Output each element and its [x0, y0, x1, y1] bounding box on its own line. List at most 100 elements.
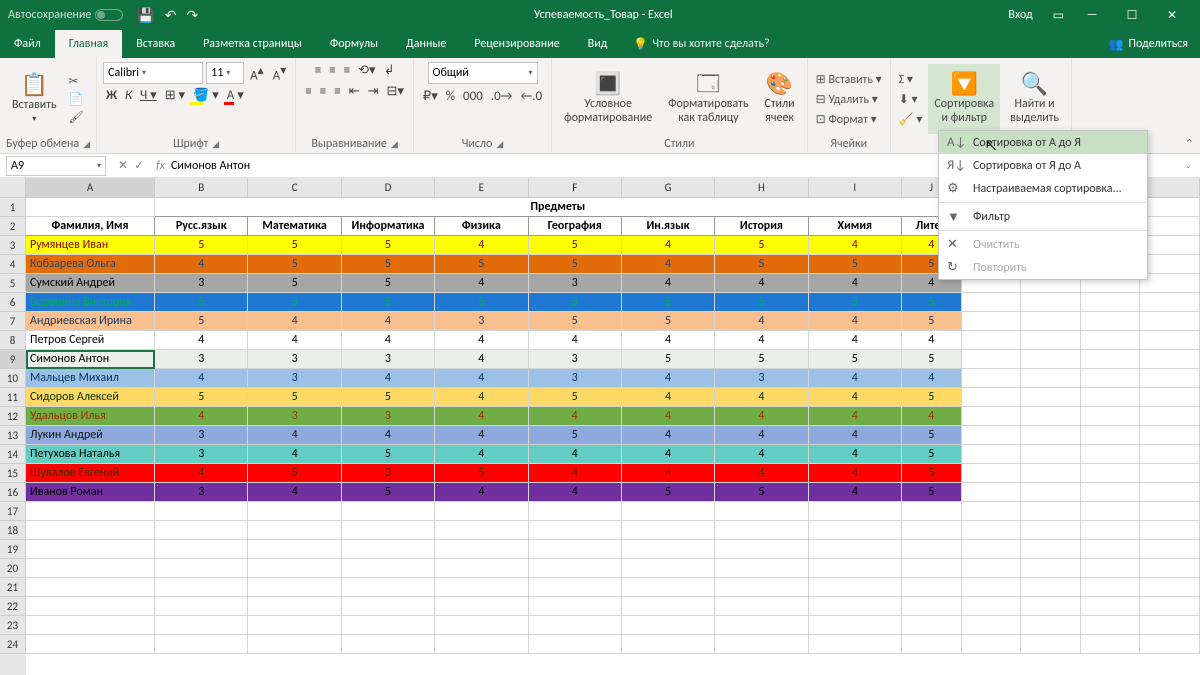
data-cell[interactable]: 5 [155, 312, 248, 331]
data-cell[interactable]: 3 [155, 274, 248, 293]
data-cell[interactable]: 4 [155, 464, 248, 483]
data-cell[interactable]: 5 [529, 293, 622, 312]
data-cell[interactable]: 5 [155, 236, 248, 255]
data-cell[interactable]: 4 [809, 312, 902, 331]
data-cell[interactable]: 4 [435, 331, 528, 350]
data-cell[interactable]: 4 [248, 445, 341, 464]
row-header[interactable]: 6 [0, 293, 26, 312]
data-cell[interactable]: 5 [902, 293, 962, 312]
data-cell[interactable]: 5 [715, 293, 808, 312]
data-cell[interactable]: 4 [809, 369, 902, 388]
data-cell[interactable]: 5 [622, 312, 715, 331]
comma-icon[interactable]: 000 [460, 88, 486, 105]
row-header[interactable]: 16 [0, 483, 26, 502]
data-cell[interactable]: 4 [809, 426, 902, 445]
data-cell[interactable]: Удальцов Илья [26, 407, 155, 426]
data-cell[interactable]: 5 [248, 274, 341, 293]
data-cell[interactable]: 5 [715, 483, 808, 502]
col-header[interactable]: D [342, 178, 435, 198]
row-header[interactable]: 4 [0, 255, 26, 274]
tab-data[interactable]: Данные [392, 30, 460, 58]
data-cell[interactable]: 5 [902, 483, 962, 502]
italic-button[interactable]: К [122, 87, 135, 104]
column-title[interactable]: Химия [809, 217, 902, 236]
data-cell[interactable]: 4 [809, 483, 902, 502]
data-cell[interactable]: Петухова Наталья [26, 445, 155, 464]
row-header[interactable]: 11 [0, 388, 26, 407]
font-color-button[interactable]: A ▾ [224, 87, 247, 104]
data-cell[interactable]: 4 [622, 426, 715, 445]
align-center-icon[interactable]: ≡ [317, 83, 329, 100]
data-cell[interactable]: 5 [342, 255, 435, 274]
data-cell[interactable]: 5 [529, 426, 622, 445]
data-cell[interactable]: 3 [155, 426, 248, 445]
dec-decimal-icon[interactable]: ←.0 [517, 88, 545, 105]
data-cell[interactable]: 4 [435, 274, 528, 293]
percent-icon[interactable]: % [443, 88, 458, 105]
data-cell[interactable]: 5 [902, 445, 962, 464]
data-cell[interactable]: 5 [435, 464, 528, 483]
data-cell[interactable]: 5 [435, 293, 528, 312]
data-cell[interactable]: 4 [715, 312, 808, 331]
data-cell[interactable]: 3 [248, 407, 341, 426]
tab-home[interactable]: Главная [55, 30, 122, 58]
tab-review[interactable]: Рецензирование [460, 30, 573, 58]
data-cell[interactable]: Андриевская Ирина [26, 312, 155, 331]
cancel-icon[interactable]: ✕ [118, 158, 128, 173]
col-header[interactable]: E [435, 178, 528, 198]
sort-filter-button[interactable]: 🔽Сортировка и фильтр [928, 64, 1000, 134]
data-cell[interactable]: 4 [435, 388, 528, 407]
align-bottom-icon[interactable]: ≡ [341, 62, 353, 79]
col-header[interactable]: A [26, 178, 155, 198]
orientation-icon[interactable]: ⟲▾ [355, 62, 378, 79]
data-cell[interactable]: 4 [902, 369, 962, 388]
data-cell[interactable]: 4 [435, 483, 528, 502]
copy-icon[interactable]: 📄 [69, 92, 84, 107]
minimize-button[interactable]: — [1072, 8, 1112, 23]
data-cell[interactable]: 4 [715, 445, 808, 464]
ribbon-options-icon[interactable]: ▭ [1053, 8, 1064, 23]
data-cell[interactable]: 4 [809, 236, 902, 255]
data-cell[interactable]: Воронина Виктория [26, 293, 155, 312]
wrap-text-icon[interactable]: ↲ [381, 62, 398, 79]
font-size-dropdown[interactable]: 11▾ [206, 62, 244, 84]
data-cell[interactable]: 4 [435, 426, 528, 445]
data-cell[interactable]: 4 [342, 369, 435, 388]
data-cell[interactable]: Симонов Антон [26, 350, 155, 369]
expand-fbar-icon[interactable]: ⌄ [1176, 160, 1200, 171]
data-cell[interactable]: 4 [622, 445, 715, 464]
grow-font-icon[interactable]: A▴ [247, 62, 267, 84]
col-header[interactable]: I [809, 178, 902, 198]
merged-header[interactable]: Предметы [155, 198, 961, 217]
data-cell[interactable]: 5 [342, 483, 435, 502]
column-title[interactable]: Русс.язык [155, 217, 248, 236]
tab-file[interactable]: Файл [0, 30, 55, 58]
data-cell[interactable]: 5 [248, 255, 341, 274]
find-select-button[interactable]: 🔍Найти и выделить [1004, 64, 1065, 134]
cell-styles-button[interactable]: 🎨Стили ячеек [759, 64, 801, 134]
data-cell[interactable]: 5 [155, 388, 248, 407]
data-cell[interactable]: 5 [435, 255, 528, 274]
column-title[interactable]: Математика [248, 217, 341, 236]
data-cell[interactable]: 3 [248, 369, 341, 388]
data-cell[interactable]: 5 [715, 255, 808, 274]
indent-dec-icon[interactable]: ⇤ [346, 83, 363, 100]
row-header[interactable]: 8 [0, 331, 26, 350]
data-cell[interactable]: 4 [342, 426, 435, 445]
data-cell[interactable]: 4 [809, 407, 902, 426]
redo-icon[interactable]: ↷ [186, 7, 198, 24]
border-button[interactable]: ⊞ ▾ [162, 87, 188, 104]
filter-item[interactable]: ▼Фильтр [939, 205, 1147, 228]
underline-button[interactable]: Ч ▾ [137, 87, 160, 104]
row-header[interactable]: 15 [0, 464, 26, 483]
data-cell[interactable]: 4 [622, 274, 715, 293]
col-header[interactable]: G [622, 178, 715, 198]
merge-icon[interactable]: ⊟▾ [384, 83, 407, 100]
name-box[interactable]: A9▾ [6, 156, 106, 176]
format-as-table-button[interactable]: 🗔Форматировать как таблицу [662, 64, 754, 134]
row-header[interactable]: 10 [0, 369, 26, 388]
data-cell[interactable]: 4 [529, 483, 622, 502]
tab-formulas[interactable]: Формулы [316, 30, 392, 58]
format-painter-icon[interactable]: 🖌 [69, 110, 84, 125]
column-title[interactable]: География [529, 217, 622, 236]
